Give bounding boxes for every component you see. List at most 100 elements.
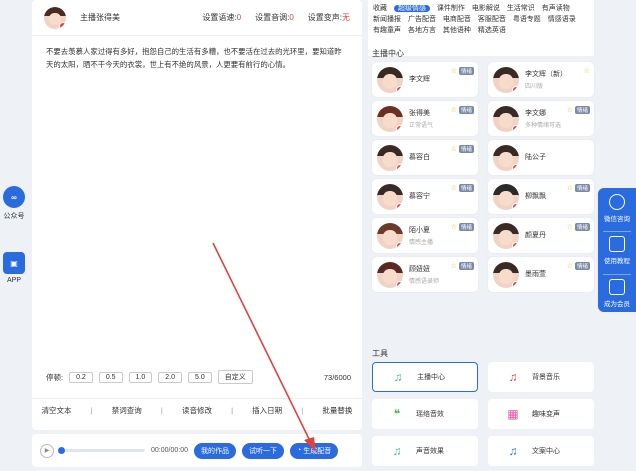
voice-avatar[interactable] <box>377 183 403 210</box>
star-icon[interactable]: ☆ <box>451 145 457 153</box>
star-icon[interactable]: ☆ <box>567 223 573 231</box>
wechat-consult-button[interactable]: 微信咨询 <box>604 194 630 227</box>
divider: | <box>301 406 304 415</box>
category-tab[interactable]: 有趣童声 <box>373 27 401 34</box>
category-tab[interactable]: 新闻播报 <box>373 16 401 23</box>
tool-card[interactable]: ♫ 文案中心 <box>488 436 594 466</box>
tutorial-button[interactable]: 使用教程 <box>604 236 630 269</box>
tool-card[interactable]: ♫ 背景音乐 <box>488 362 594 392</box>
category-tab[interactable]: 收藏 <box>373 5 387 12</box>
try-listen-button[interactable]: 试听一下 <box>241 442 284 459</box>
voice-avatar[interactable] <box>377 66 403 93</box>
category-tab[interactable]: 电影解说 <box>472 5 500 12</box>
current-anchor-label: 主播张得美 <box>80 13 120 22</box>
category-tab[interactable]: 广告配音 <box>408 16 436 23</box>
voice-card[interactable]: 陌小夏 情感主播 ☆ 情绪 <box>372 218 478 253</box>
voice-card[interactable]: 李文辉（新） 四川版 ☆ <box>488 62 594 97</box>
star-icon[interactable]: ☆ <box>451 262 457 270</box>
anchor-avatar[interactable] <box>44 6 66 29</box>
voice-card[interactable]: 慕容白 ☆ 情绪 <box>372 140 478 175</box>
voice-avatar[interactable] <box>493 222 519 249</box>
my-works-button[interactable]: 我的作品 <box>193 442 236 459</box>
play-icon <box>512 241 519 249</box>
pause-option[interactable]: 1.0 <box>128 371 153 383</box>
voice-change-setting[interactable]: 设置变声:无 <box>308 12 350 23</box>
tool-card[interactable]: ♫ 声音效果 <box>372 436 478 466</box>
tool-card[interactable]: ♫ 主播中心 <box>372 362 478 392</box>
progress-bar[interactable] <box>58 447 145 454</box>
play-icon <box>396 124 403 132</box>
voice-card[interactable]: 慕容宁 ☆ 情绪 <box>372 179 478 214</box>
play-button[interactable]: ▶ <box>40 443 54 458</box>
voice-name: 陌小夏 <box>409 227 430 234</box>
voice-avatar[interactable] <box>377 222 403 249</box>
voice-card[interactable]: 顾妞妞 情感语录师 ☆ 情绪 <box>372 257 478 292</box>
playback-time: 00:00/00:00 <box>151 447 188 454</box>
insert-date-button[interactable]: 插入日期 <box>252 405 282 416</box>
generate-audio-button[interactable]: ◔ 生成配音 <box>289 442 339 459</box>
category-tab[interactable]: 粤语专题 <box>513 16 541 23</box>
wechat-icon <box>609 194 625 210</box>
sound-effect-icon: ❝ <box>393 407 401 421</box>
star-icon[interactable]: ☆ <box>567 262 573 270</box>
category-tab[interactable]: 其他语种 <box>443 27 471 34</box>
star-icon[interactable]: ☆ <box>451 106 457 114</box>
category-tab[interactable]: 客服配音 <box>478 16 506 23</box>
voice-name: 李文辉（新） <box>525 71 567 78</box>
pause-option[interactable]: 0.5 <box>98 371 123 383</box>
become-member-button[interactable]: 成为会员 <box>604 278 630 312</box>
tool-card[interactable]: ▦ 趣味变声 <box>488 399 594 429</box>
category-tab[interactable]: 有声读物 <box>542 5 570 12</box>
batch-replace-button[interactable]: 批量替换 <box>322 405 352 416</box>
voice-card[interactable]: 颜夏丹 ☆ 情绪 <box>488 218 594 253</box>
voice-avatar[interactable] <box>493 144 519 171</box>
progress-knob[interactable] <box>58 447 65 454</box>
voice-card[interactable]: 柳飘飘 ☆ 情绪 <box>488 179 594 214</box>
voice-avatar[interactable] <box>493 66 519 93</box>
star-icon[interactable]: ☆ <box>451 184 457 192</box>
tool-card[interactable]: ❝ 瑶络音效 <box>372 399 478 429</box>
category-tab-active[interactable]: 超级情感 <box>393 5 430 12</box>
star-icon[interactable]: ☆ <box>451 67 457 75</box>
voice-card[interactable]: 李文娜 多种情绪可选 ☆ 情绪 <box>488 101 594 136</box>
voice-avatar[interactable] <box>377 144 403 171</box>
voice-avatar[interactable] <box>493 105 519 132</box>
star-icon[interactable]: ☆ <box>451 223 457 231</box>
category-tab[interactable]: 电商配音 <box>443 16 471 23</box>
voice-card[interactable]: 墨雨萱 ☆ 情绪 <box>488 257 594 292</box>
pitch-setting[interactable]: 设置音调:0 <box>255 12 294 23</box>
category-tab[interactable]: 各地方言 <box>408 27 436 34</box>
voice-avatar[interactable] <box>377 261 403 288</box>
voice-avatar[interactable] <box>493 183 519 210</box>
voice-card[interactable]: 陆公子 <box>488 140 594 175</box>
rail-item-app[interactable]: ▣ APP <box>0 252 28 284</box>
pause-label: 停顿: <box>46 372 64 382</box>
rail-item-official-account[interactable]: ∞ 公众号 <box>0 186 28 221</box>
star-icon[interactable]: ☆ <box>584 67 590 75</box>
divider <box>603 273 631 275</box>
pronunciation-edit-button[interactable]: 读音修改 <box>182 405 212 416</box>
star-icon[interactable]: ☆ <box>567 184 573 192</box>
voice-avatar[interactable] <box>377 105 403 132</box>
pause-option[interactable]: 0.2 <box>69 371 93 383</box>
star-icon[interactable]: ☆ <box>567 106 573 114</box>
speed-setting[interactable]: 设置语速:0 <box>202 12 241 23</box>
calendar-icon: ▦ <box>507 407 519 421</box>
play-icon <box>512 280 519 288</box>
voice-avatar[interactable] <box>493 261 519 288</box>
pause-option[interactable]: 2.0 <box>158 371 183 383</box>
category-tab[interactable]: 精选英语 <box>478 27 506 34</box>
voice-card[interactable]: 李文辉 ☆ 情绪 <box>372 62 478 97</box>
category-tab[interactable]: 课件制作 <box>437 5 465 12</box>
banned-word-check-button[interactable]: 禁词查询 <box>112 405 142 416</box>
voice-card[interactable]: 张得美 正常语气 ☆ 情绪 <box>372 101 478 136</box>
clear-text-button[interactable]: 清空文本 <box>42 405 72 416</box>
script-textarea[interactable]: 不要去羡慕人家过得有多好，抱怨自己的生活有多糟，也不要活在过去的光环里，要知道昨… <box>32 36 362 356</box>
emotion-badge: 情绪 <box>458 223 474 231</box>
emotion-badge: 情绪 <box>458 145 474 153</box>
pause-option-custom[interactable]: 自定义 <box>217 370 253 384</box>
category-tab[interactable]: 生活常识 <box>507 5 535 12</box>
category-tab[interactable]: 情感语录 <box>548 16 576 23</box>
category-row: 有趣童声 各地方言 其他语种 精选英语 <box>373 25 589 36</box>
pause-option[interactable]: 5.0 <box>188 371 212 383</box>
